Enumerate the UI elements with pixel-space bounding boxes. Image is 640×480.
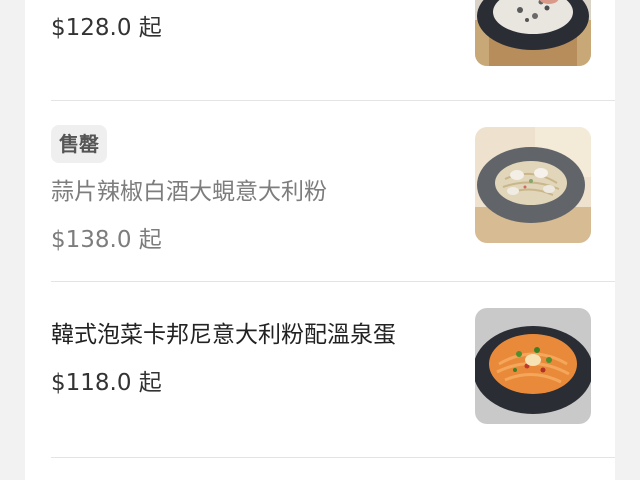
item-image[interactable]: [475, 308, 591, 424]
item-image[interactable]: [475, 127, 591, 243]
item-image[interactable]: [475, 0, 591, 66]
kimchi-carbonara-image: [475, 308, 591, 424]
seafood-risotto-image: [475, 0, 591, 66]
menu-list: $128.0 起 售罄 蒜片辣椒白酒大蜆意大利粉 $138.0 起 韓式泡菜卡邦…: [25, 0, 615, 480]
item-title: 蒜片辣椒白酒大蜆意大利粉: [51, 179, 327, 205]
item-title: 韓式泡菜卡邦尼意大利粉配溫泉蛋: [51, 322, 396, 348]
clam-spaghetti-image: [475, 127, 591, 243]
divider: [51, 457, 615, 458]
item-price: $138.0 起: [51, 227, 162, 253]
menu-item[interactable]: 售罄 蒜片辣椒白酒大蜆意大利粉 $138.0 起: [25, 101, 615, 281]
sold-out-badge: 售罄: [51, 125, 107, 163]
item-price: $118.0 起: [51, 370, 162, 396]
item-price: $128.0 起: [51, 15, 162, 41]
menu-item[interactable]: 韓式泡菜卡邦尼意大利粉配溫泉蛋 $118.0 起: [25, 282, 615, 457]
menu-item[interactable]: $128.0 起: [25, 0, 615, 100]
